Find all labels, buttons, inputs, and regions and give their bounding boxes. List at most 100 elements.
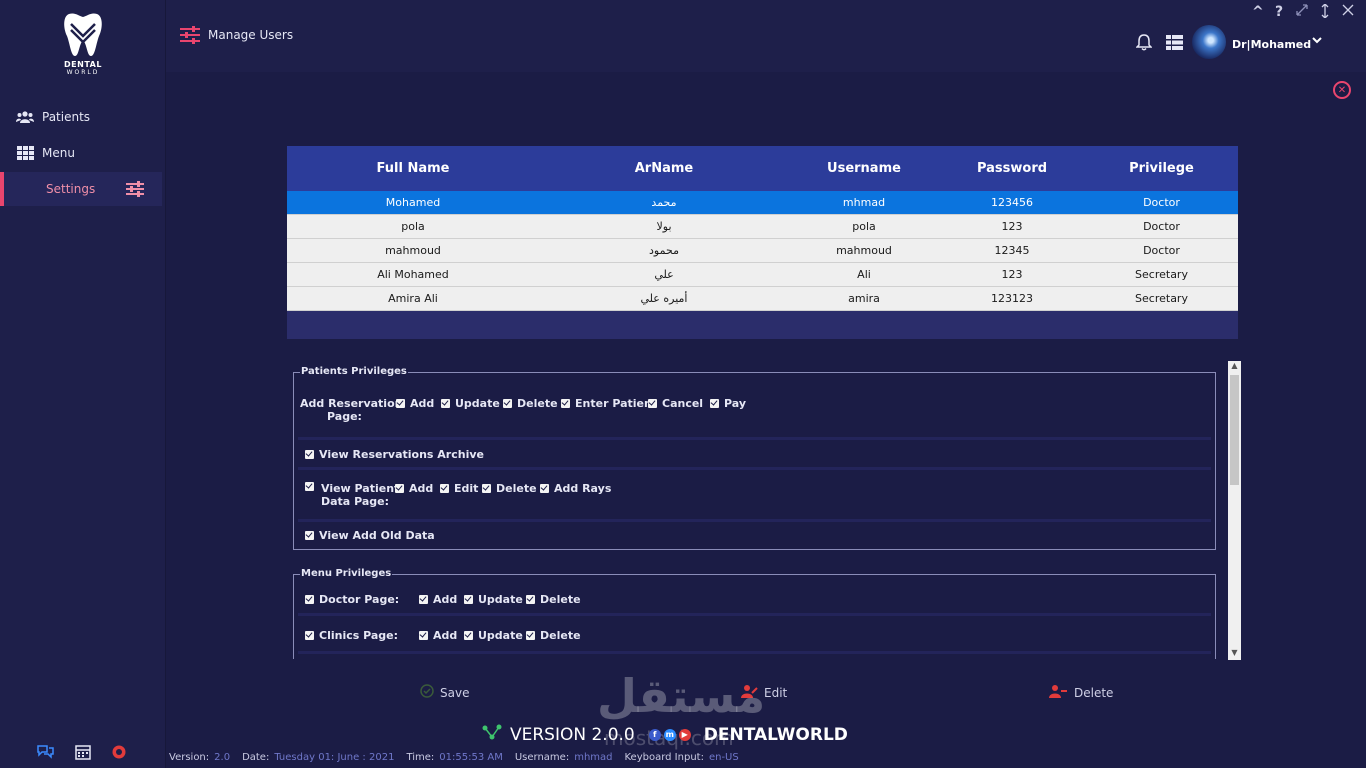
add-reservation-enter-patient-checkbox[interactable]: Enter Patient — [561, 397, 657, 410]
table-row[interactable]: Mohamed محمد mhmad 123456 Doctor — [287, 191, 1238, 215]
table-row[interactable]: mahmoud محمود mahmoud 12345 Doctor — [287, 239, 1238, 263]
table-row[interactable]: Amira Ali أميره علي amira 123123 Secreta… — [287, 287, 1238, 311]
calendar-icon[interactable] — [75, 744, 91, 764]
doctor-page-add-checkbox[interactable]: Add — [419, 593, 457, 606]
save-label: Save — [440, 685, 470, 700]
sidebar-item-settings[interactable]: Settings — [0, 172, 162, 206]
clinics-page-checkbox[interactable]: Clinics Page: — [305, 629, 398, 642]
table-cell: mahmoud — [385, 244, 441, 257]
bell-icon[interactable] — [1135, 34, 1153, 55]
table-cell: mhmad — [842, 196, 886, 209]
checkbox-label: Update — [455, 397, 500, 410]
scroll-down-icon[interactable]: ▼ — [1228, 648, 1241, 657]
youtube-icon[interactable]: ▶ — [678, 728, 691, 741]
add-reservation-add-checkbox[interactable]: Add — [396, 397, 434, 410]
checkbox-checked-icon — [419, 595, 428, 604]
view-reservations-archive-checkbox[interactable]: View Reservations Archive — [305, 448, 484, 461]
view-patient-delete-checkbox[interactable]: Delete — [482, 482, 537, 495]
watermark-logo: مستقل — [597, 669, 766, 723]
label-line: Page: — [327, 410, 362, 423]
patients-privileges-group: Patients Privileges Add Reservation Page:… — [293, 366, 1216, 550]
checkbox-label: Enter Patient — [575, 397, 658, 410]
add-reservation-pay-checkbox[interactable]: Pay — [710, 397, 746, 410]
chat-icon[interactable] — [37, 744, 54, 763]
table-cell: Secretary — [1135, 292, 1188, 305]
add-reservation-cancel-checkbox[interactable]: Cancel — [648, 397, 703, 410]
view-patient-data-checkbox[interactable] — [305, 482, 319, 491]
checkbox-checked-icon — [440, 484, 449, 493]
clinics-page-add-checkbox[interactable]: Add — [419, 629, 457, 642]
resize-vertical-icon[interactable] — [1320, 3, 1330, 22]
clinics-page-delete-checkbox[interactable]: Delete — [526, 629, 581, 642]
list-grid-icon[interactable] — [1166, 35, 1183, 54]
logo-subtext: WORLD — [66, 69, 100, 76]
top-header: Manage Users ^ ? Dr|Mohamed — [166, 0, 1366, 72]
chevron-up-icon[interactable]: ^ — [1252, 4, 1264, 20]
checkbox-checked-icon — [305, 450, 314, 459]
table-cell: 12345 — [994, 244, 1030, 257]
checkbox-checked-icon — [305, 595, 314, 604]
doctor-page-update-checkbox[interactable]: Update — [464, 593, 523, 606]
scroll-up-icon[interactable]: ▲ — [1228, 361, 1241, 370]
table-cell: محمد — [651, 196, 677, 209]
column-header[interactable]: Username — [789, 161, 939, 176]
privileges-scrollbar[interactable]: ▲ ▼ — [1228, 361, 1241, 660]
checkbox-checked-icon — [526, 631, 535, 640]
doctor-page-checkbox[interactable]: Doctor Page: — [305, 593, 399, 606]
view-add-old-data-checkbox[interactable]: View Add Old Data — [305, 529, 435, 542]
table-cell: Mohamed — [385, 196, 441, 209]
table-cell: Ali Mohamed — [377, 268, 449, 281]
avatar[interactable] — [1192, 25, 1226, 59]
column-header[interactable]: Full Name — [287, 161, 539, 176]
checkbox-label: Edit — [454, 482, 479, 495]
checkbox-label: Delete — [517, 397, 558, 410]
checkbox-checked-icon — [561, 399, 570, 408]
status-keyboard-value: en-US — [708, 751, 739, 763]
close-icon[interactable] — [1342, 4, 1354, 20]
view-patient-edit-checkbox[interactable]: Edit — [440, 482, 478, 495]
column-header[interactable]: ArName — [539, 161, 789, 176]
close-panel-icon[interactable]: ✕ — [1333, 81, 1351, 99]
facebook-icon[interactable]: f — [648, 728, 661, 741]
checkbox-checked-icon — [419, 631, 428, 640]
checkbox-label: View Add Old Data — [319, 529, 435, 542]
table-cell: amira — [848, 292, 880, 305]
help-icon[interactable]: ? — [1275, 4, 1283, 20]
status-bar: Version: 2.0 Date: Tuesday 01: June : 20… — [166, 746, 1366, 768]
sidebar-item-menu[interactable]: Menu — [0, 136, 162, 170]
delete-button[interactable]: Delete — [1048, 684, 1113, 701]
table-row[interactable]: Ali Mohamed علي Ali 123 Secretary — [287, 263, 1238, 287]
power-icon[interactable] — [111, 744, 127, 764]
add-reservation-delete-checkbox[interactable]: Delete — [503, 397, 558, 410]
checkbox-checked-icon — [305, 531, 314, 540]
add-reservation-update-checkbox[interactable]: Update — [441, 397, 500, 410]
view-patient-add-checkbox[interactable]: Add — [395, 482, 433, 495]
table-cell: Doctor — [1143, 244, 1180, 257]
row-divider — [298, 651, 1211, 654]
table-cell: 123123 — [991, 292, 1033, 305]
chevron-down-icon[interactable] — [1312, 36, 1322, 47]
checkbox-checked-icon — [710, 399, 719, 408]
user-name[interactable]: Dr|Mohamed — [1232, 38, 1311, 51]
checkbox-checked-icon — [395, 484, 404, 493]
save-button[interactable]: Save — [420, 684, 469, 701]
table-cell: أميره علي — [640, 292, 688, 305]
column-header[interactable]: Privilege — [1085, 161, 1238, 176]
table-cell: Doctor — [1143, 220, 1180, 233]
checkbox-label: Add — [433, 593, 458, 606]
minimize-icon[interactable] — [1296, 4, 1308, 20]
messenger-icon[interactable]: m — [663, 728, 676, 741]
status-time-value: 01:55:53 AM — [439, 751, 503, 763]
label-line: Add Reservation — [300, 397, 403, 410]
sidebar-item-patients[interactable]: Patients — [0, 100, 162, 134]
table-row[interactable]: pola بولا pola 123 Doctor — [287, 215, 1238, 239]
edit-label: Edit — [764, 685, 788, 700]
table-cell: mahmoud — [836, 244, 892, 257]
column-header[interactable]: Password — [939, 161, 1085, 176]
view-patient-add-rays-checkbox[interactable]: Add Rays — [540, 482, 611, 495]
doctor-page-delete-checkbox[interactable]: Delete — [526, 593, 581, 606]
scroll-thumb[interactable] — [1230, 375, 1239, 485]
clinics-page-update-checkbox[interactable]: Update — [464, 629, 523, 642]
checkbox-checked-icon — [648, 399, 657, 408]
menu-privileges-group: Menu Privileges Doctor Page: Add Update … — [293, 568, 1216, 659]
